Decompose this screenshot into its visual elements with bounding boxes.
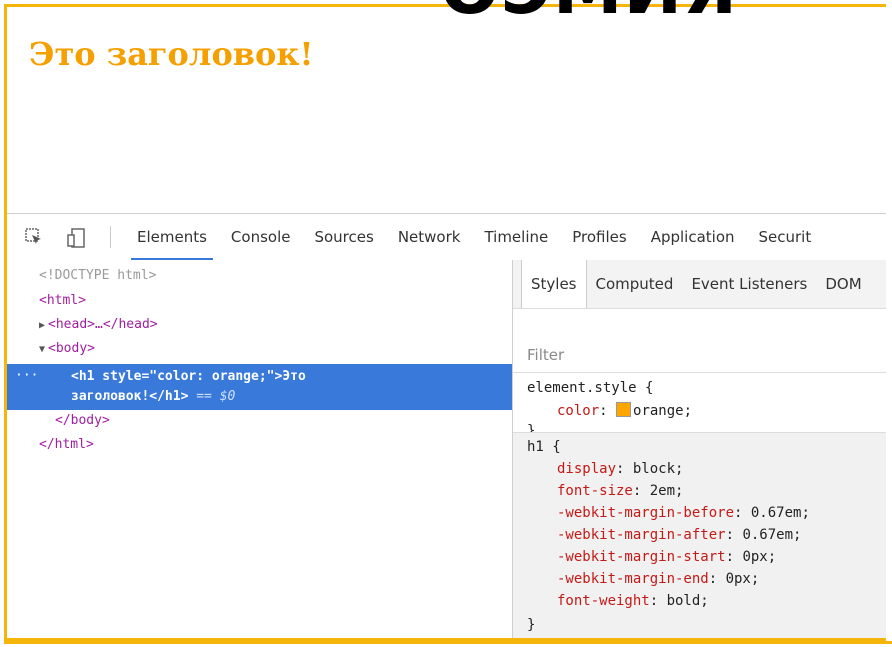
slide-title-fragment: ОЭМИЯ [440, 0, 738, 30]
h1-declaration[interactable]: -webkit-margin-end: 0px; [557, 571, 759, 587]
decl-value: 0px; [742, 549, 777, 565]
h1-declaration[interactable]: -webkit-margin-before: 0.67em; [557, 505, 810, 521]
decl-value: block; [632, 461, 684, 477]
decl-property: font-weight [557, 593, 650, 609]
page-heading: Это заголовок! [29, 35, 314, 73]
devtools-toolbar: Elements Console Sources Network Timelin… [7, 213, 886, 261]
styles-subtabs: Styles Computed Event Listeners DOM [513, 260, 886, 309]
decl-value: 0.67em; [750, 505, 810, 521]
element-style-selector: element.style { [527, 380, 654, 396]
frame-bottom-border [4, 641, 892, 644]
element-style-rule: element.style { color: orange; } [513, 376, 886, 439]
tab-security[interactable]: Securit [747, 214, 824, 260]
h1-declaration[interactable]: display: block; [557, 461, 683, 477]
decl-property: -webkit-margin-start [557, 549, 726, 565]
h1-rule-close: } [527, 617, 536, 633]
selected-node-line-1: <h1 style="color: orange;">Это [71, 369, 306, 384]
decl-property: font-size [557, 483, 633, 499]
inspect-element-icon[interactable] [25, 228, 43, 250]
decl-value: bold; [666, 593, 709, 609]
styles-filter-input[interactable]: Filter [527, 346, 564, 364]
styles-panel: Styles Computed Event Listeners DOM Filt… [512, 260, 886, 638]
slide-frame: Это заголовок! Elements Console Sources … [4, 4, 886, 641]
expand-arrow-icon[interactable]: ▶ [39, 320, 45, 331]
element-style-property: color [557, 403, 600, 419]
selected-node-line-2: заголовок!</h1> == $0 [71, 387, 306, 407]
tab-elements[interactable]: Elements [125, 214, 219, 260]
tab-sources[interactable]: Sources [302, 214, 385, 260]
subtab-event-listeners[interactable]: Event Listeners [682, 260, 816, 308]
dom-body-node[interactable]: ▼ <body> [39, 341, 95, 356]
h1-declaration[interactable]: -webkit-margin-after: 0.67em; [557, 527, 801, 543]
decl-value: 0.67em; [742, 527, 802, 543]
tab-timeline[interactable]: Timeline [472, 214, 560, 260]
color-swatch-icon[interactable] [616, 402, 632, 417]
dom-tree-panel: <!DOCTYPE html> <html> ▶ <head>…</head> ▼… [7, 260, 512, 638]
dom-body-close[interactable]: </body> [55, 413, 110, 428]
selected-node-close: заголовок!</h1> [71, 389, 189, 404]
device-mode-icon[interactable] [67, 228, 85, 252]
tab-console[interactable]: Console [219, 214, 303, 260]
decl-property: -webkit-margin-end [557, 571, 709, 587]
tab-application[interactable]: Application [639, 214, 747, 260]
decl-value: 0px; [725, 571, 760, 587]
rendered-page: Это заголовок! [7, 7, 886, 213]
decl-value: 2em; [649, 483, 684, 499]
subtab-computed[interactable]: Computed [587, 260, 683, 308]
h1-rule-selector: h1 { [527, 439, 561, 455]
toolbar-separator [110, 226, 111, 248]
collapse-arrow-icon[interactable]: ▼ [39, 344, 45, 355]
h1-declaration[interactable]: font-weight: bold; [557, 593, 709, 609]
dom-html-close[interactable]: </html> [39, 437, 94, 452]
element-style-declaration[interactable]: color: orange; [557, 402, 692, 419]
subtab-styles[interactable]: Styles [521, 260, 587, 308]
decl-property: -webkit-margin-before [557, 505, 735, 521]
filter-divider [513, 372, 886, 373]
selected-marker: == $0 [196, 389, 236, 404]
h1-declaration[interactable]: font-size: 2em; [557, 483, 683, 499]
selected-dom-node[interactable]: ··· <h1 style="color: orange;">Это загол… [7, 364, 512, 410]
tab-network[interactable]: Network [386, 214, 473, 260]
dom-body-label: <body> [48, 341, 95, 356]
dom-head-label: <head>…</head> [48, 317, 158, 332]
subtab-dom[interactable]: DOM [816, 260, 870, 308]
decl-property: -webkit-margin-after [557, 527, 726, 543]
dom-doctype[interactable]: <!DOCTYPE html> [39, 268, 156, 283]
dom-head-node[interactable]: ▶ <head>…</head> [39, 317, 158, 332]
tab-profiles[interactable]: Profiles [560, 214, 638, 260]
devtools-tabs: Elements Console Sources Network Timelin… [125, 214, 823, 260]
dom-html-open[interactable]: <html> [39, 293, 86, 308]
selected-node-text: <h1 style="color: orange;">Это заголовок… [71, 367, 306, 407]
h1-declaration[interactable]: -webkit-margin-start: 0px; [557, 549, 776, 565]
node-menu-icon[interactable]: ··· [15, 368, 38, 383]
h1-user-agent-rule: h1 { display: block; font-size: 2em; -we… [513, 432, 886, 638]
decl-property: display [557, 461, 617, 477]
element-style-value: orange; [633, 403, 693, 419]
